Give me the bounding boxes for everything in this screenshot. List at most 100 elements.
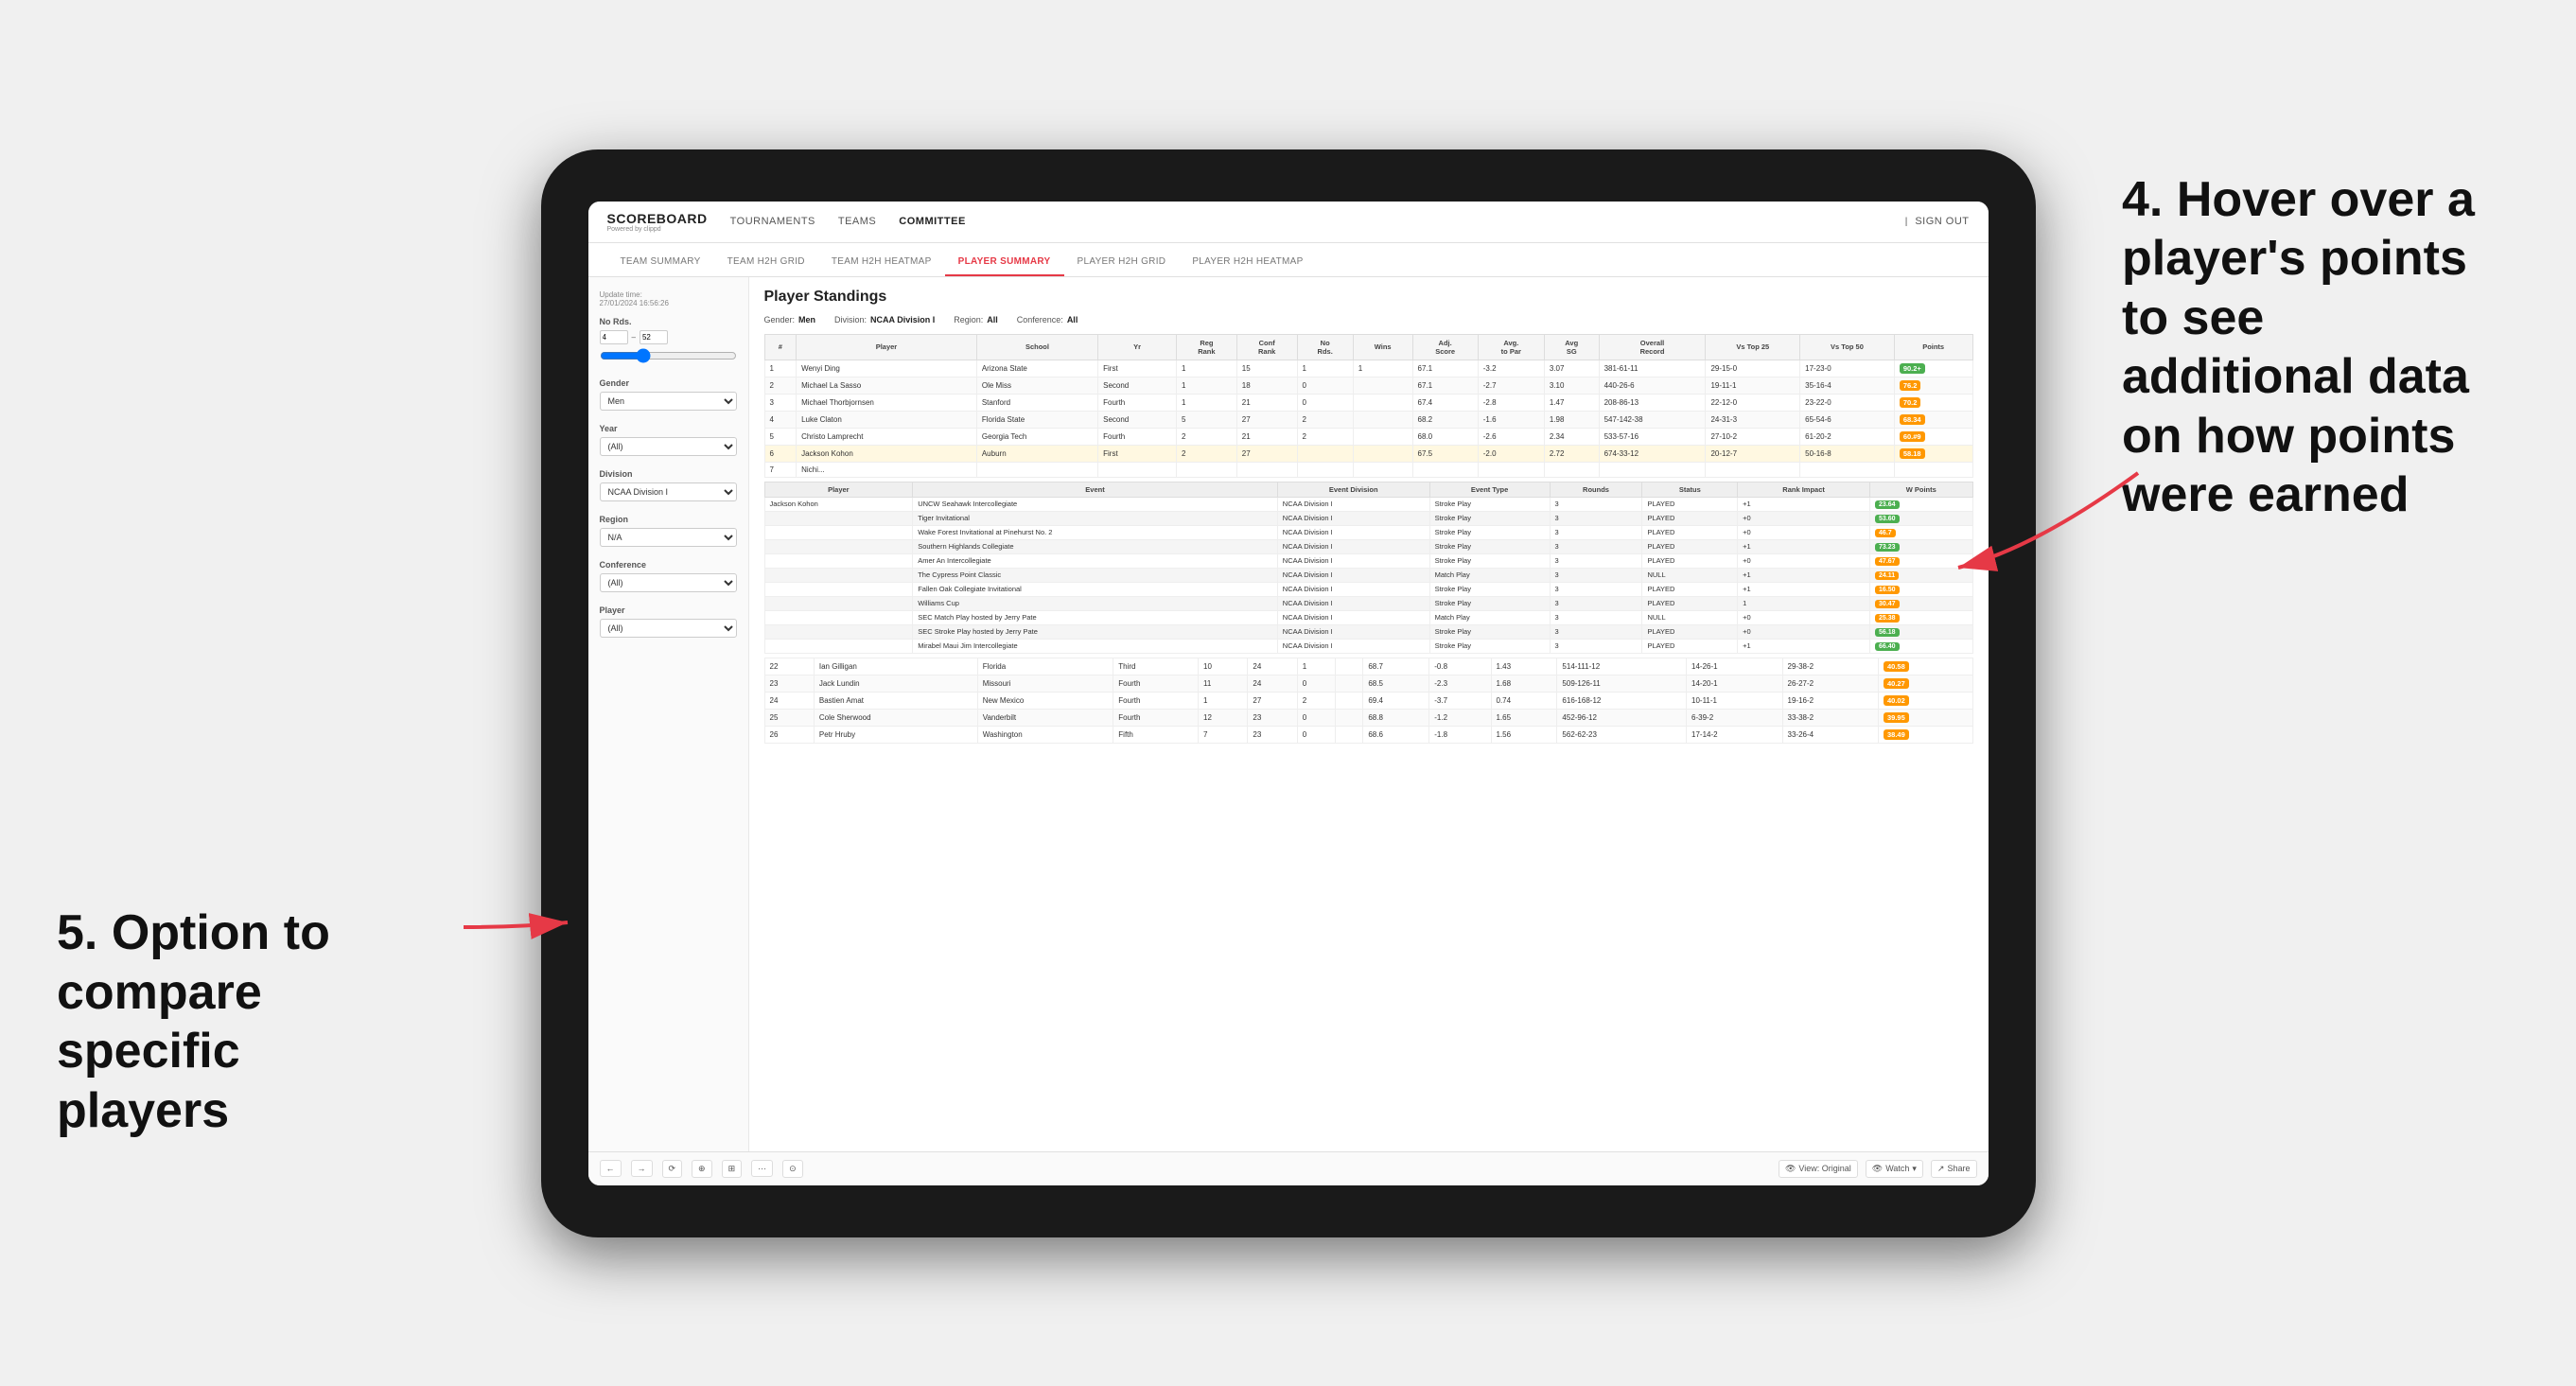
year-select[interactable]: (All) 2024 2023 <box>600 437 737 456</box>
top-nav: SCOREBOARD Powered by clippd TOURNAMENTS… <box>588 202 1989 243</box>
toolbar-clock[interactable]: ⊙ <box>782 1160 803 1178</box>
points-badge[interactable]: 39.95 <box>1884 712 1909 723</box>
range-row: – <box>600 330 737 344</box>
table-header-row: # Player School Yr RegRank ConfRank NoRd… <box>764 334 1972 360</box>
th-vs25: Vs Top 25 <box>1706 334 1800 360</box>
wpoints-badge[interactable]: 46.7 <box>1875 529 1896 537</box>
points-badge[interactable]: 76.2 <box>1900 380 1921 391</box>
nav-committee[interactable]: COMMITTEE <box>899 212 966 231</box>
player-select[interactable]: (All) <box>600 619 737 638</box>
range-min-input[interactable] <box>600 330 628 344</box>
division-select[interactable]: NCAA Division I NCAA Division II NCAA Di… <box>600 482 737 501</box>
wpoints-badge[interactable]: 66.40 <box>1875 642 1900 651</box>
th-avg-sg: AvgSG <box>1544 334 1599 360</box>
tab-team-summary[interactable]: TEAM SUMMARY <box>607 256 714 276</box>
toolbar-forward[interactable]: → <box>631 1160 653 1177</box>
th-no-rds: NoRds. <box>1297 334 1353 360</box>
region-label: Region <box>600 515 737 524</box>
toolbar-dots[interactable]: ··· <box>751 1160 773 1177</box>
range-max-input[interactable] <box>640 330 668 344</box>
share-btn[interactable]: ↗ Share <box>1931 1160 1977 1178</box>
region-select[interactable]: N/A All <box>600 528 737 547</box>
toolbar-right: 👁 View: Original 👁 Watch ▾ ↗ Share <box>1779 1160 1977 1178</box>
points-badge[interactable]: 60.#9 <box>1900 431 1925 442</box>
conference-section: Conference (All) <box>600 560 737 592</box>
wpoints-badge[interactable]: 56.18 <box>1875 628 1900 637</box>
th-conf-rank: ConfRank <box>1236 334 1297 360</box>
conference-label: Conference <box>600 560 737 570</box>
nav-tournaments[interactable]: TOURNAMENTS <box>730 212 815 231</box>
sub-tabs: TEAM SUMMARY TEAM H2H GRID TEAM H2H HEAT… <box>588 243 1989 277</box>
toolbar-grid[interactable]: ⊞ <box>722 1160 743 1178</box>
points-badge[interactable]: 40.02 <box>1884 695 1909 706</box>
wpoints-badge[interactable]: 30.47 <box>1875 600 1900 608</box>
wpoints-badge[interactable]: 23.64 <box>1875 500 1900 509</box>
nav-links: TOURNAMENTS TEAMS COMMITTEE <box>730 212 1905 231</box>
conference-select[interactable]: (All) <box>600 573 737 592</box>
nav-right: | Sign out <box>1905 212 1970 231</box>
event-row: Southern Highlands Collegiate NCAA Divis… <box>764 539 1972 553</box>
view-original-btn[interactable]: 👁 View: Original <box>1779 1160 1858 1178</box>
bottom-toolbar: ← → ⟳ ⊕ ⊞ ··· ⊙ 👁 View: Original 👁 Watch… <box>588 1151 1989 1185</box>
event-row: Amer An Intercollegiate NCAA Division I … <box>764 553 1972 568</box>
gender-section: Gender Men Women <box>600 378 737 411</box>
sign-out-link[interactable]: Sign out <box>1915 212 1969 231</box>
table-row: 26 Petr Hruby Washington Fifth 7 23 0 68… <box>764 726 1972 743</box>
gender-label: Gender <box>600 378 737 388</box>
event-row: Williams Cup NCAA Division I Stroke Play… <box>764 596 1972 610</box>
standings-table-lower: 22 Ian Gilligan Florida Third 10 24 1 68… <box>764 658 1973 744</box>
event-row: Wake Forest Invitational at Pinehurst No… <box>764 525 1972 539</box>
standings-table: # Player School Yr RegRank ConfRank NoRd… <box>764 334 1973 478</box>
toolbar-refresh[interactable]: ⟳ <box>662 1160 683 1178</box>
logo-sub: Powered by clippd <box>607 226 708 233</box>
wpoints-badge[interactable]: 47.67 <box>1875 557 1900 566</box>
wpoints-badge[interactable]: 16.50 <box>1875 586 1900 594</box>
points-badge-highlighted[interactable]: 58.18 <box>1900 448 1925 459</box>
points-badge[interactable]: 40.27 <box>1884 678 1909 689</box>
table-row: 7 Nichi... <box>764 462 1972 477</box>
wpoints-badge[interactable]: 73.23 <box>1875 543 1900 552</box>
tab-player-h2h-grid[interactable]: PLAYER H2H GRID <box>1064 256 1180 276</box>
table-row: 4 Luke Claton Florida State Second 5 27 … <box>764 411 1972 428</box>
points-badge[interactable]: 68.34 <box>1900 414 1925 425</box>
logo-text: SCOREBOARD <box>607 211 708 226</box>
event-row: Jackson Kohon UNCW Seahawk Intercollegia… <box>764 497 1972 511</box>
filter-division: Division: NCAA Division I <box>834 315 935 325</box>
wpoints-badge[interactable]: 53.60 <box>1875 515 1900 523</box>
points-badge[interactable]: 90.2+ <box>1900 363 1925 374</box>
region-section: Region N/A All <box>600 515 737 547</box>
wpoints-badge[interactable]: 25.38 <box>1875 614 1900 623</box>
event-row: Mirabel Maui Jim Intercollegiate NCAA Di… <box>764 639 1972 653</box>
toolbar-zoom-in[interactable]: ⊕ <box>692 1160 712 1178</box>
table-row: 1 Wenyi Ding Arizona State First 1 15 1 … <box>764 360 1972 377</box>
points-badge[interactable]: 40.58 <box>1884 661 1909 672</box>
table-row: 23 Jack Lundin Missouri Fourth 11 24 0 6… <box>764 675 1972 692</box>
gender-select[interactable]: Men Women <box>600 392 737 411</box>
nav-separator: | <box>1905 217 1908 227</box>
section-title: Player Standings <box>764 289 1973 306</box>
tab-player-summary[interactable]: PLAYER SUMMARY <box>945 256 1064 276</box>
tab-team-h2h-grid[interactable]: TEAM H2H GRID <box>714 256 818 276</box>
table-row: 3 Michael Thorbjornsen Stanford Fourth 1… <box>764 394 1972 411</box>
no-rds-label: No Rds. <box>600 317 737 326</box>
points-badge[interactable]: 38.49 <box>1884 729 1909 740</box>
table-row-highlighted: 6 Jackson Kohon Auburn First 2 27 67.5 -… <box>764 445 1972 462</box>
tab-team-h2h-heatmap[interactable]: TEAM H2H HEATMAP <box>818 256 945 276</box>
nav-teams[interactable]: TEAMS <box>838 212 876 231</box>
annotation-left: 5. Option to compare specific players <box>57 904 416 1140</box>
logo-area: SCOREBOARD Powered by clippd <box>607 211 708 233</box>
watch-btn[interactable]: 👁 Watch ▾ <box>1866 1160 1923 1178</box>
no-rds-section: No Rds. – <box>600 317 737 365</box>
th-adj-score: Adj.Score <box>1412 334 1478 360</box>
th-num: # <box>764 334 797 360</box>
player-label: Player <box>600 605 737 615</box>
wpoints-badge[interactable]: 24.11 <box>1875 571 1899 580</box>
table-row: 22 Ian Gilligan Florida Third 10 24 1 68… <box>764 658 1972 675</box>
eye-icon: 👁 <box>1785 1164 1796 1174</box>
points-badge[interactable]: 70.2 <box>1900 397 1921 408</box>
range-slider[interactable] <box>600 348 737 363</box>
event-row: Fallen Oak Collegiate Invitational NCAA … <box>764 582 1972 596</box>
player-section: Player (All) <box>600 605 737 638</box>
tab-player-h2h-heatmap[interactable]: PLAYER H2H HEATMAP <box>1179 256 1316 276</box>
toolbar-back[interactable]: ← <box>600 1160 622 1177</box>
